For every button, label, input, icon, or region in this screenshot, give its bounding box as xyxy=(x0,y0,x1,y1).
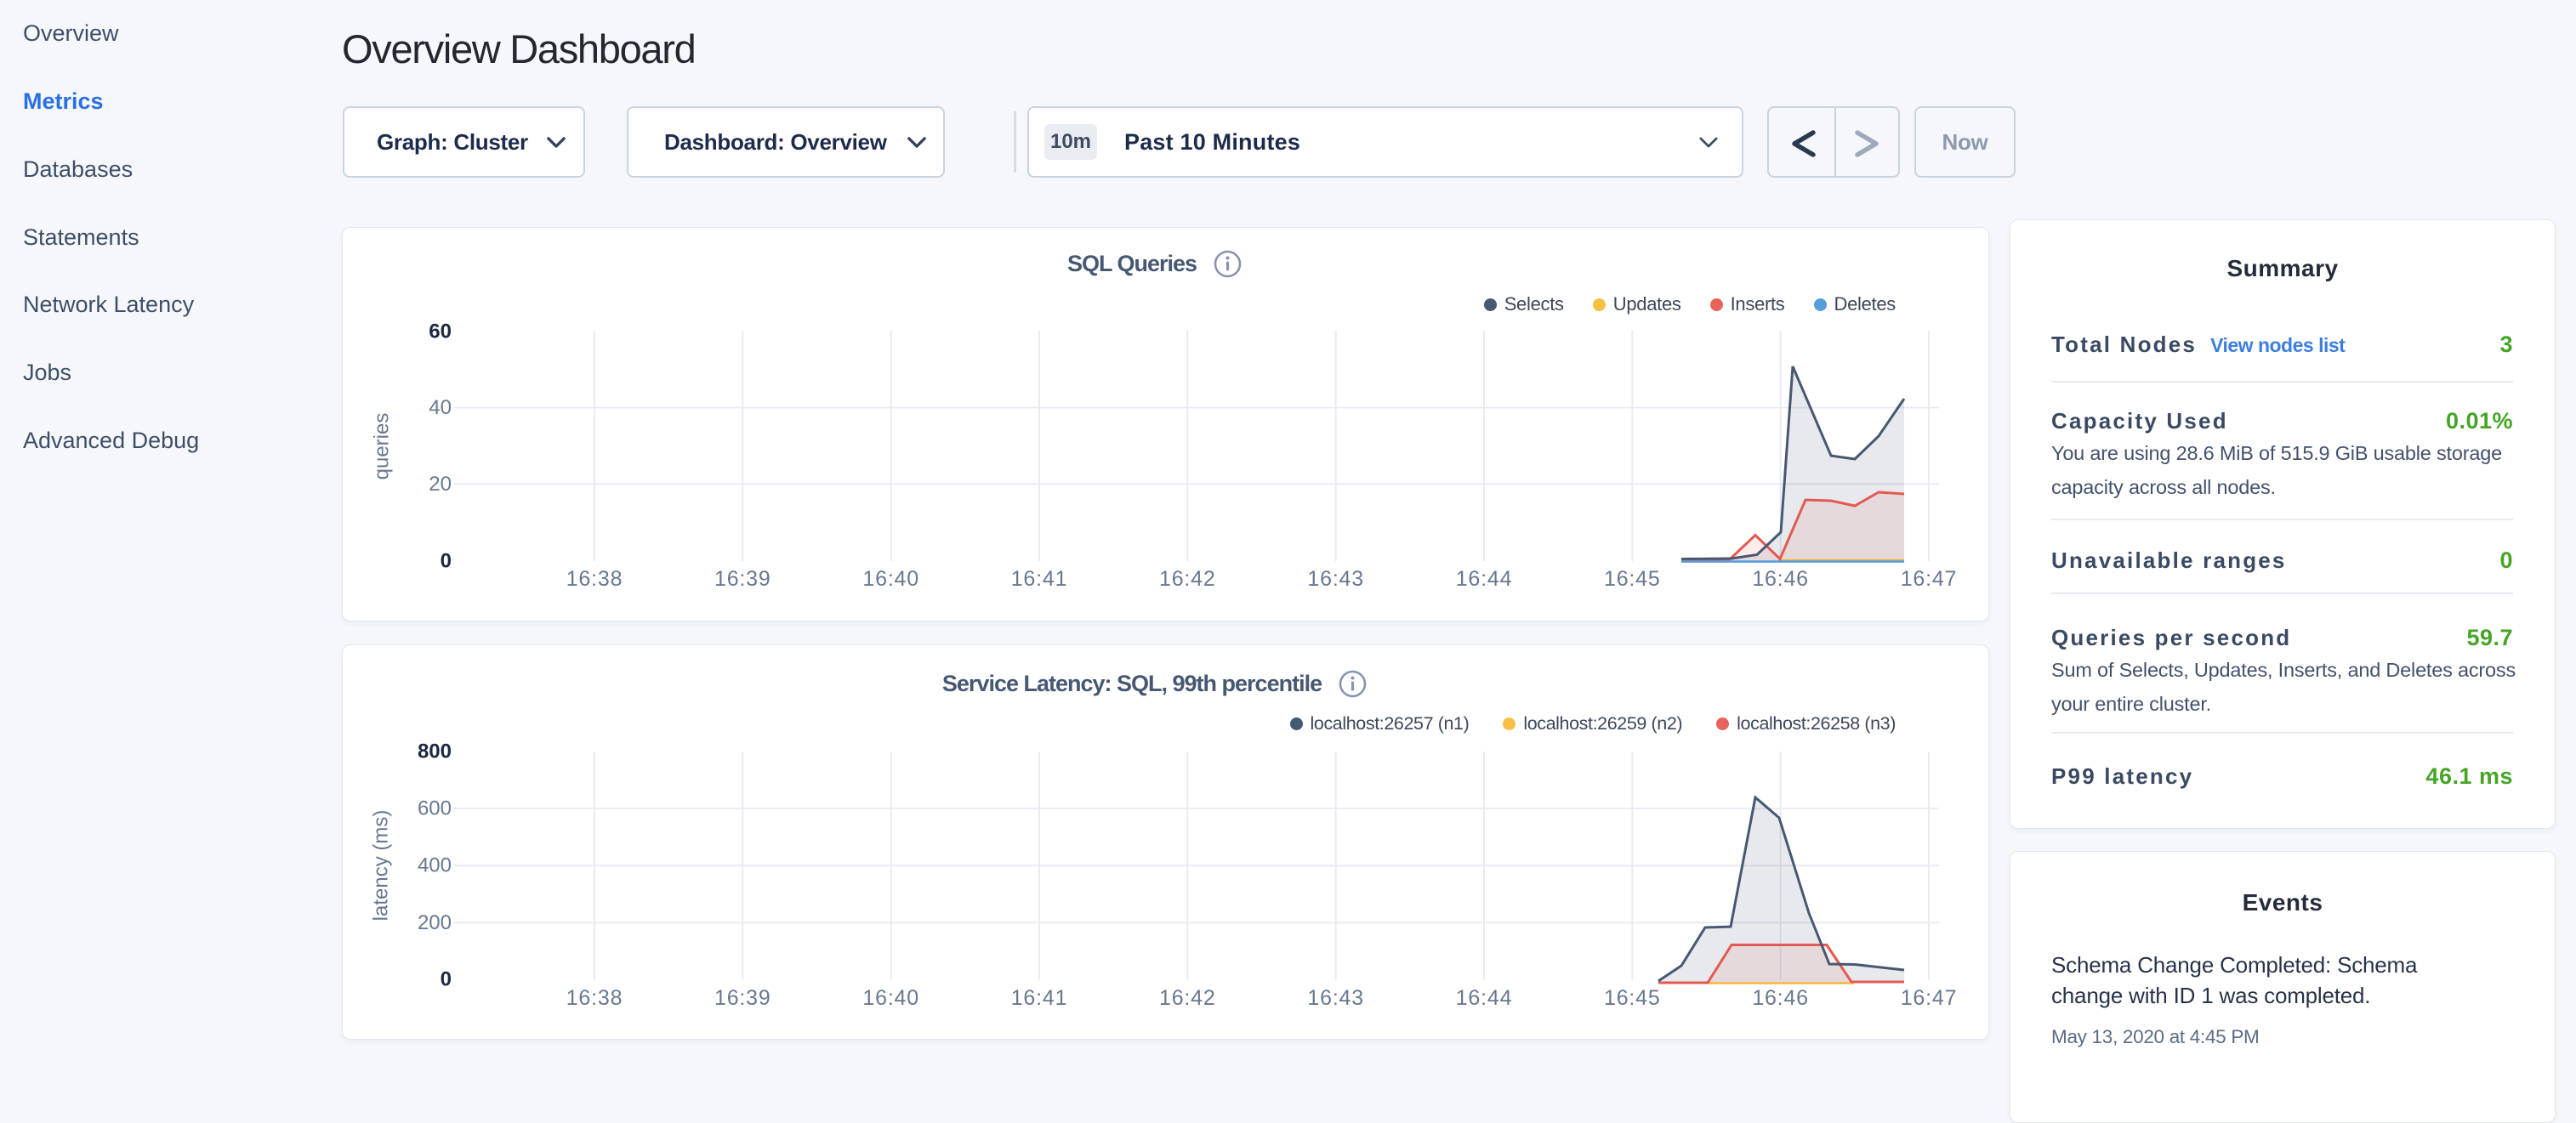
svg-text:16:41: 16:41 xyxy=(1011,567,1068,591)
svg-text:16:41: 16:41 xyxy=(1011,986,1068,1010)
svg-text:0: 0 xyxy=(441,968,452,991)
svg-text:16:38: 16:38 xyxy=(566,986,623,1010)
svg-text:16:39: 16:39 xyxy=(714,567,771,591)
svg-text:60: 60 xyxy=(429,320,452,343)
svg-text:16:43: 16:43 xyxy=(1307,986,1364,1010)
svg-text:800: 800 xyxy=(418,740,452,763)
svg-text:16:42: 16:42 xyxy=(1159,986,1216,1010)
svg-text:16:38: 16:38 xyxy=(566,567,623,591)
svg-text:16:44: 16:44 xyxy=(1456,986,1513,1010)
svg-text:16:39: 16:39 xyxy=(714,986,771,1010)
svg-text:16:42: 16:42 xyxy=(1159,567,1216,591)
svg-text:queries: queries xyxy=(371,413,394,480)
svg-text:20: 20 xyxy=(429,473,452,496)
svg-text:200: 200 xyxy=(418,911,452,934)
svg-text:latency (ms): latency (ms) xyxy=(370,810,393,922)
svg-text:16:47: 16:47 xyxy=(1901,986,1958,1010)
svg-text:16:43: 16:43 xyxy=(1307,567,1364,591)
svg-text:0: 0 xyxy=(441,550,452,573)
svg-text:40: 40 xyxy=(429,396,452,419)
svg-text:16:45: 16:45 xyxy=(1604,567,1661,591)
svg-text:16:40: 16:40 xyxy=(862,567,919,591)
svg-text:400: 400 xyxy=(418,854,452,877)
svg-text:16:46: 16:46 xyxy=(1752,986,1809,1010)
svg-text:600: 600 xyxy=(418,797,452,820)
svg-text:16:46: 16:46 xyxy=(1752,567,1809,591)
svg-text:16:44: 16:44 xyxy=(1456,567,1513,591)
svg-text:16:47: 16:47 xyxy=(1901,567,1958,591)
svg-text:16:40: 16:40 xyxy=(862,986,919,1010)
svg-text:16:45: 16:45 xyxy=(1604,986,1661,1010)
